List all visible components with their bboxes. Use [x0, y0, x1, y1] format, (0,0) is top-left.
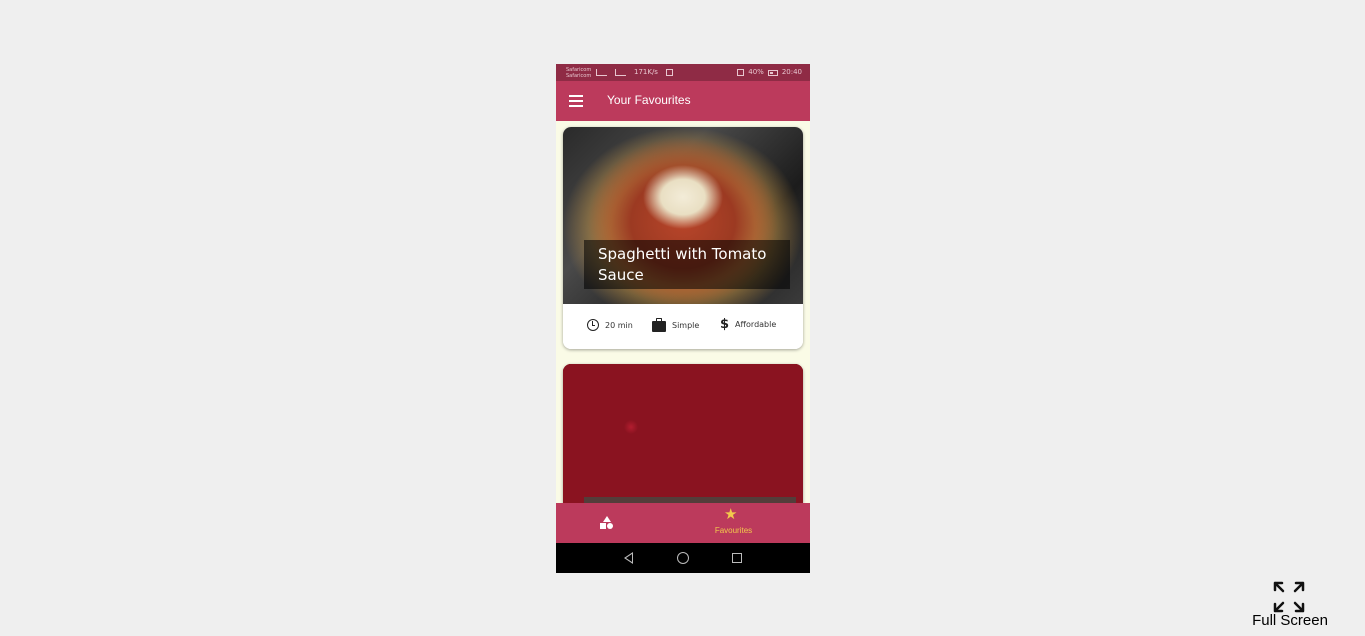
phone-screen: Safaricom Safaricom 171K/s 40% 20:40 You… — [556, 64, 810, 573]
battery-percent: 40% — [748, 68, 764, 76]
status-right: 40% 20:40 — [737, 64, 802, 81]
system-navigation-bar — [556, 543, 810, 573]
meal-image — [563, 364, 803, 503]
nfc-icon — [737, 69, 745, 76]
expand-icon — [1273, 581, 1305, 613]
clock-icon — [587, 319, 599, 331]
dollar-icon: $ — [720, 317, 730, 332]
favourites-list[interactable]: Spaghetti with Tomato Sauce 20 min Simpl… — [556, 121, 810, 503]
meal-card[interactable] — [563, 364, 803, 503]
menu-icon[interactable] — [569, 95, 583, 107]
meal-card[interactable]: Spaghetti with Tomato Sauce 20 min Simpl… — [563, 127, 803, 349]
affordability-label: Affordable — [735, 320, 777, 329]
meal-title: Spaghetti with Tomato Sauce — [598, 245, 767, 284]
carrier-label: Safaricom Safaricom — [566, 67, 592, 79]
wifi-icon — [615, 69, 626, 76]
back-icon[interactable] — [624, 552, 633, 564]
network-speed: 171K/s — [634, 68, 658, 76]
status-left: Safaricom Safaricom 171K/s — [566, 64, 673, 81]
affordability-info: $ Affordable — [720, 317, 776, 332]
linkedin-icon — [665, 69, 673, 76]
briefcase-icon — [652, 318, 666, 332]
duration-info: 20 min — [587, 319, 633, 331]
category-shapes-icon — [600, 516, 614, 530]
bottom-navigation: ★ Favourites — [556, 503, 810, 543]
status-bar: Safaricom Safaricom 171K/s 40% 20:40 — [556, 64, 810, 81]
page-title: Your Favourites — [607, 93, 691, 107]
complexity-label: Simple — [672, 321, 700, 330]
complexity-info: Simple — [652, 318, 700, 332]
clock-time: 20:40 — [781, 68, 802, 76]
fullscreen-label: Full Screen — [1252, 612, 1328, 629]
app-bar: Your Favourites — [556, 81, 810, 121]
star-icon: ★ — [724, 506, 738, 523]
tab-favourites-label: Favourites — [714, 526, 753, 535]
tab-favourites[interactable]: ★ Favourites — [696, 503, 771, 543]
signal-icon — [596, 69, 607, 76]
fullscreen-button[interactable]: Full Screen — [1248, 578, 1332, 630]
battery-icon — [767, 69, 778, 76]
tab-categories[interactable] — [556, 503, 656, 543]
duration-label: 20 min — [605, 320, 633, 330]
home-icon[interactable] — [677, 552, 689, 564]
recents-icon[interactable] — [732, 553, 742, 563]
meal-meta: 20 min Simple $ Affordable — [563, 304, 803, 349]
